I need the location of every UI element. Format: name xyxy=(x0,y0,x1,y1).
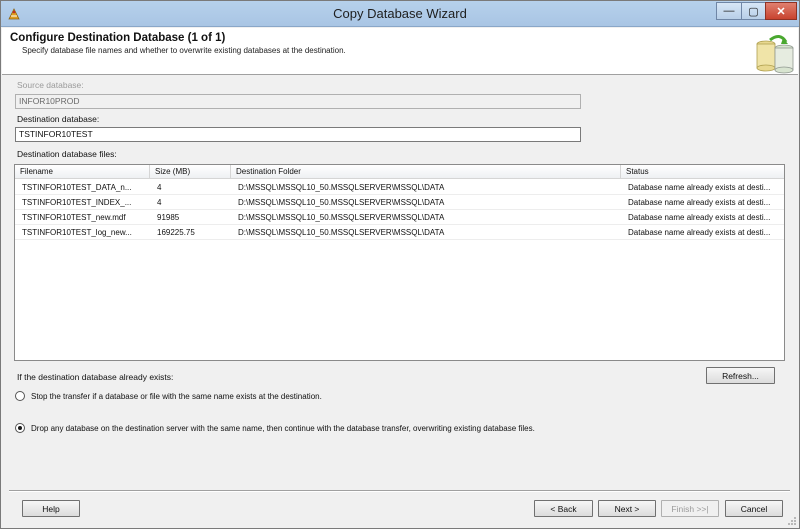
destination-files-label: Destination database files: xyxy=(17,149,117,159)
grid-header-row: Filename Size (MB) Destination Folder St… xyxy=(15,165,784,179)
cell-filename[interactable]: TSTINFOR10TEST_INDEX_... xyxy=(15,195,150,210)
maximize-button[interactable]: ▢ xyxy=(741,2,766,20)
table-row[interactable]: TSTINFOR10TEST_log_new... 169225.75 D:\M… xyxy=(15,225,784,240)
copy-database-wizard-window: Copy Database Wizard — ▢ ✕ Configure Des… xyxy=(0,0,800,529)
destination-files-grid[interactable]: Filename Size (MB) Destination Folder St… xyxy=(14,164,785,361)
cell-filename[interactable]: TSTINFOR10TEST_new.mdf xyxy=(15,210,150,225)
cell-size[interactable]: 4 xyxy=(150,195,231,210)
stop-transfer-radio[interactable] xyxy=(15,391,25,401)
destination-database-field[interactable]: TSTINFOR10TEST xyxy=(15,127,581,142)
close-button[interactable]: ✕ xyxy=(765,2,797,20)
column-header-filename[interactable]: Filename xyxy=(15,165,150,179)
page-title: Configure Destination Database (1 of 1) xyxy=(10,32,226,44)
exists-options-label: If the destination database already exis… xyxy=(17,372,174,382)
cell-status: Database name already exists at desti... xyxy=(628,183,771,192)
finish-button[interactable]: Finish >>| xyxy=(661,500,719,517)
help-button[interactable]: Help xyxy=(22,500,80,517)
radio-selected-dot xyxy=(18,426,22,430)
drop-database-label[interactable]: Drop any database on the destination ser… xyxy=(31,424,535,433)
cell-filename[interactable]: TSTINFOR10TEST_log_new... xyxy=(15,225,150,240)
cell-size[interactable]: 169225.75 xyxy=(150,225,231,240)
cell-size[interactable]: 4 xyxy=(150,180,231,195)
cell-destination-folder[interactable]: D:\MSSQL\MSSQL10_50.MSSQLSERVER\MSSQL\DA… xyxy=(231,210,621,225)
cell-filename[interactable]: TSTINFOR10TEST_DATA_n... xyxy=(15,180,150,195)
title-bar[interactable]: Copy Database Wizard — ▢ ✕ xyxy=(1,1,799,27)
wizard-header: Configure Destination Database (1 of 1) … xyxy=(2,28,798,75)
cell-size[interactable]: 91985 xyxy=(150,210,231,225)
column-header-size[interactable]: Size (MB) xyxy=(150,165,231,179)
source-database-label: Source database: xyxy=(17,80,84,90)
maximize-icon: ▢ xyxy=(748,5,759,18)
page-subtitle: Specify database file names and whether … xyxy=(22,46,346,55)
drop-database-radio[interactable] xyxy=(15,423,25,433)
column-header-status[interactable]: Status xyxy=(621,165,784,179)
cell-status: Database name already exists at desti... xyxy=(628,228,771,237)
table-row[interactable]: TSTINFOR10TEST_new.mdf 91985 D:\MSSQL\MS… xyxy=(15,210,784,225)
cancel-button[interactable]: Cancel xyxy=(725,500,783,517)
refresh-button[interactable]: Refresh... xyxy=(706,367,775,384)
cell-destination-folder[interactable]: D:\MSSQL\MSSQL10_50.MSSQLSERVER\MSSQL\DA… xyxy=(231,225,621,240)
footer-divider xyxy=(9,490,790,492)
cell-destination-folder[interactable]: D:\MSSQL\MSSQL10_50.MSSQLSERVER\MSSQL\DA… xyxy=(231,180,621,195)
resize-grip-icon[interactable] xyxy=(787,516,797,526)
cell-status: Database name already exists at desti... xyxy=(628,198,771,207)
destination-database-label: Destination database: xyxy=(17,114,100,124)
cell-status: Database name already exists at desti... xyxy=(628,213,771,222)
stop-transfer-label[interactable]: Stop the transfer if a database or file … xyxy=(31,392,322,401)
minimize-button[interactable]: — xyxy=(716,2,742,20)
database-copy-icon xyxy=(756,35,794,74)
next-button[interactable]: Next > xyxy=(598,500,656,517)
close-icon: ✕ xyxy=(776,5,786,18)
column-header-destination-folder[interactable]: Destination Folder xyxy=(231,165,621,179)
table-row[interactable]: TSTINFOR10TEST_INDEX_... 4 D:\MSSQL\MSSQ… xyxy=(15,195,784,210)
window-title: Copy Database Wizard xyxy=(333,6,467,21)
minimize-icon: — xyxy=(723,5,735,17)
source-database-field: INFOR10PROD xyxy=(15,94,581,109)
table-row[interactable]: TSTINFOR10TEST_DATA_n... 4 D:\MSSQL\MSSQ… xyxy=(15,180,784,195)
cell-destination-folder[interactable]: D:\MSSQL\MSSQL10_50.MSSQLSERVER\MSSQL\DA… xyxy=(231,195,621,210)
back-button[interactable]: < Back xyxy=(534,500,593,517)
